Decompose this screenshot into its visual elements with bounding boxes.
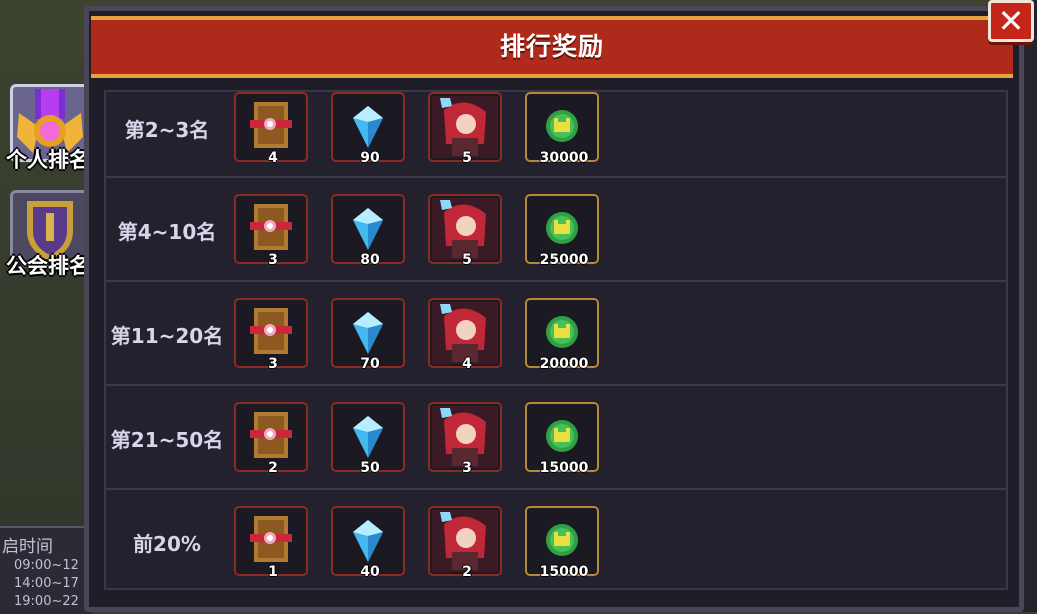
reward-item[interactable]: 3	[234, 194, 308, 268]
reward-item[interactable]: 25000	[525, 194, 599, 268]
reward-item[interactable]: 1	[234, 506, 308, 580]
tab-guild-ranking-label: 公会排名	[6, 254, 90, 278]
reward-item[interactable]: 15000	[525, 402, 599, 476]
reward-item[interactable]: 40	[331, 506, 405, 580]
event-time-row: 19:00~22	[14, 594, 79, 609]
reward-count: 2	[462, 564, 472, 580]
reward-count: 80	[360, 252, 380, 268]
background-right-strip	[1022, 0, 1037, 612]
rank-label: 第2~3名	[124, 118, 210, 142]
tab-personal-ranking[interactable]: 个人排名	[4, 80, 90, 178]
reward-count: 3	[268, 356, 278, 372]
reward-count: 50	[360, 460, 380, 476]
page-title: 排行奖励	[499, 32, 604, 61]
reward-count: 4	[462, 356, 472, 372]
reward-item[interactable]: 5	[428, 194, 502, 268]
reward-count: 3	[268, 252, 278, 268]
reward-row: 第21~50名 2 50 3 15000	[106, 386, 1006, 490]
reward-item[interactable]: 90	[331, 92, 405, 166]
rank-label: 前20%	[133, 532, 201, 556]
reward-list[interactable]: 第2~3名 4 90 5 30000 第4~10名 3 80 5 25000 第11~20名 3 70 4…	[104, 90, 1008, 590]
close-button[interactable]: ✕	[988, 0, 1034, 42]
reward-item[interactable]: 4	[234, 92, 308, 166]
reward-count: 20000	[539, 356, 589, 372]
reward-row: 第2~3名 4 90 5 30000	[106, 92, 1006, 178]
reward-item[interactable]: 4	[428, 298, 502, 372]
reward-item[interactable]: 2	[234, 402, 308, 476]
tab-personal-ranking-label: 个人排名	[6, 148, 90, 172]
reward-count: 15000	[539, 564, 589, 580]
reward-item[interactable]: 2	[428, 506, 502, 580]
reward-item[interactable]: 3	[428, 402, 502, 476]
close-icon: ✕	[997, 2, 1025, 40]
reward-item[interactable]: 30000	[525, 92, 599, 166]
reward-count: 4	[268, 150, 278, 166]
reward-count: 2	[268, 460, 278, 476]
rank-label: 第11~20名	[110, 324, 224, 348]
reward-count: 5	[462, 252, 472, 268]
reward-item[interactable]: 15000	[525, 506, 599, 580]
event-time-row: 14:00~17	[14, 576, 79, 591]
reward-count: 5	[462, 150, 472, 166]
reward-count: 15000	[539, 460, 589, 476]
reward-count: 90	[360, 150, 380, 166]
rank-label: 第4~10名	[117, 220, 217, 244]
reward-item[interactable]: 80	[331, 194, 405, 268]
reward-count: 70	[360, 356, 380, 372]
reward-item[interactable]: 50	[331, 402, 405, 476]
reward-count: 40	[360, 564, 380, 580]
reward-count: 25000	[539, 252, 589, 268]
reward-item[interactable]: 5	[428, 92, 502, 166]
reward-item[interactable]: 3	[234, 298, 308, 372]
event-time-row: 09:00~12	[14, 558, 79, 573]
tab-guild-ranking[interactable]: 公会排名	[4, 186, 90, 284]
reward-item[interactable]: 70	[331, 298, 405, 372]
reward-row: 前20% 1 40 2 15000	[106, 490, 1006, 588]
reward-item[interactable]: 20000	[525, 298, 599, 372]
reward-count: 1	[268, 564, 278, 580]
reward-row: 第4~10名 3 80 5 25000	[106, 178, 1006, 282]
reward-count: 30000	[539, 150, 589, 166]
rank-label: 第21~50名	[110, 428, 224, 452]
reward-row: 第11~20名 3 70 4 20000	[106, 282, 1006, 386]
event-time-title: 启时间	[2, 537, 53, 557]
reward-count: 3	[462, 460, 472, 476]
